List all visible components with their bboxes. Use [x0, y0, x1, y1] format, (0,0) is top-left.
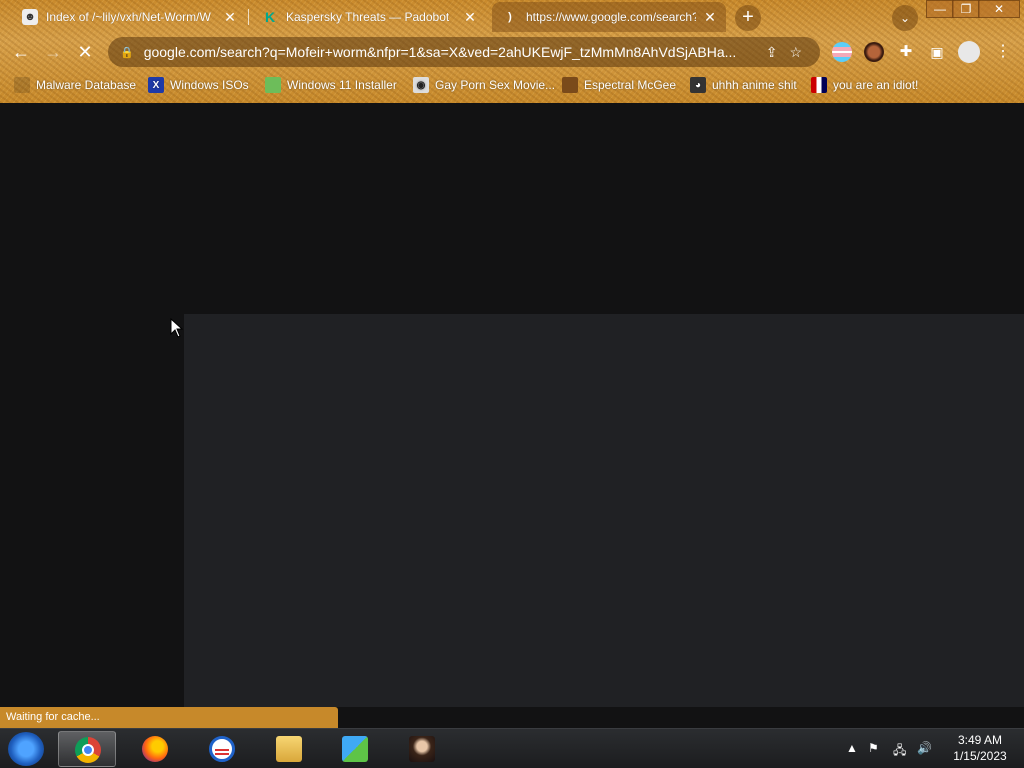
taskbar-network-app[interactable] [326, 731, 384, 767]
bookmark-label: Espectral McGee [584, 78, 677, 92]
folder-favicon-icon: ☻ [22, 9, 38, 25]
bookmark-star-icon[interactable]: ☆ [789, 44, 802, 61]
globe-favicon-icon: ◉ [413, 77, 429, 93]
network-people-icon [342, 736, 368, 762]
tab-title: Kaspersky Threats — Padobot [286, 10, 450, 24]
browser-chrome: ☻ Index of /~lily/vxh/Net-Worm/W ✕ K Kas… [0, 0, 1024, 103]
tab-divider [248, 9, 249, 25]
image-favicon-icon [265, 77, 281, 93]
back-button[interactable]: ← [8, 39, 34, 65]
bookmarks-bar: Malware Database X Windows ISOs Windows … [0, 72, 1024, 98]
kaspersky-favicon-icon: K [264, 9, 276, 25]
tab-close-icon[interactable]: ✕ [222, 9, 238, 26]
x-favicon-icon: X [148, 77, 164, 93]
taskbar-chrome[interactable] [58, 731, 116, 767]
loading-spinner-icon: ) [508, 11, 512, 23]
bookmark-windows-11-installer[interactable]: Windows 11 Installer [265, 75, 397, 95]
bookmark-gay-porn-sex-movie[interactable]: ◉ Gay Porn Sex Movie... [413, 75, 555, 95]
tab-strip: ☻ Index of /~lily/vxh/Net-Worm/W ✕ K Kas… [0, 0, 1024, 34]
taskbar: ▲ ⚑ 🖧 🔊 3:49 AM 1/15/2023 [0, 728, 1024, 768]
share-icon[interactable]: ⇪ [766, 44, 778, 61]
system-clock[interactable]: 3:49 AM 1/15/2023 [940, 732, 1020, 764]
bookmark-label: uhhh anime shit [712, 78, 797, 92]
maximize-button[interactable]: ❐ [952, 0, 980, 18]
menu-kebab-icon[interactable]: ⋮ [990, 39, 1016, 65]
bookmark-label: you are an idiot! [833, 78, 919, 92]
chrome-icon [75, 737, 101, 763]
tab-close-icon[interactable]: ✕ [462, 9, 478, 26]
new-tab-button[interactable]: + [735, 5, 761, 31]
extensions-puzzle-icon[interactable]: ✚ [893, 39, 919, 65]
clock-time: 3:49 AM [957, 733, 1003, 747]
trans-flag-extension-icon[interactable] [832, 42, 852, 62]
taskbar-outlook[interactable] [193, 731, 251, 767]
bookmark-windows-isos[interactable]: X Windows ISOs [148, 75, 249, 95]
bookmark-espectral-mcgee[interactable]: Espectral McGee [562, 75, 676, 95]
chevron-down-icon: ⌄ [899, 11, 911, 25]
show-hidden-icons-button[interactable]: ▲ [846, 741, 858, 755]
portrait-icon [409, 736, 435, 762]
page-content: Waiting for cache... [0, 103, 1024, 728]
bookmark-malware-database[interactable]: Malware Database [14, 75, 136, 95]
stop-loading-button[interactable]: ✕ [72, 39, 98, 65]
taskbar-image-viewer[interactable] [393, 731, 451, 767]
action-center-flag-icon[interactable]: ⚑ [868, 741, 879, 755]
start-button[interactable] [8, 732, 44, 766]
status-bubble: Waiting for cache... [0, 707, 338, 728]
folder-icon [276, 736, 302, 762]
tab-kaspersky-threats[interactable]: K Kaspersky Threats — Padobot ✕ [252, 2, 486, 32]
anime-favicon-icon: ◕ [690, 77, 706, 93]
obama-logo-icon [209, 736, 235, 762]
bookmark-uhhh-anime-shit[interactable]: ◕ uhhh anime shit [690, 75, 797, 95]
loading-panel [184, 314, 1024, 707]
tab-title: https://www.google.com/search? [526, 10, 696, 24]
side-panel-icon[interactable]: ▣ [924, 39, 950, 65]
character-favicon-icon [562, 77, 578, 93]
tab-search-button[interactable]: ⌄ [892, 5, 918, 31]
network-icon[interactable]: 🖧 [893, 741, 906, 762]
firefox-icon [142, 736, 168, 762]
close-window-button[interactable]: ✕ [978, 0, 1020, 18]
flag-favicon-icon [811, 77, 827, 93]
bookmark-favicon-icon [14, 77, 30, 93]
address-bar[interactable]: 🔒 google.com/search?q=Mofeir+worm&nfpr=1… [108, 37, 820, 67]
bookmark-you-are-an-idiot[interactable]: you are an idiot! [811, 75, 918, 95]
lock-icon[interactable]: 🔒 [120, 46, 134, 59]
volume-icon[interactable]: 🔊 [917, 741, 932, 755]
avatar-extension-icon[interactable] [864, 42, 884, 62]
toolbar: ← → ✕ 🔒 google.com/search?q=Mofeir+worm&… [0, 34, 1024, 70]
clock-date: 1/15/2023 [953, 749, 1007, 763]
forward-button[interactable]: → [40, 39, 66, 65]
profile-avatar-icon[interactable] [958, 41, 980, 63]
taskbar-firefox[interactable] [126, 731, 184, 767]
mouse-pointer-icon [170, 318, 184, 338]
minimize-button[interactable]: — [926, 0, 954, 18]
bookmark-label: Windows ISOs [170, 78, 249, 92]
tab-title: Index of /~lily/vxh/Net-Worm/W [46, 10, 211, 24]
tab-google-search[interactable]: ) https://www.google.com/search? ✕ [492, 2, 726, 32]
bookmark-label: Windows 11 Installer [287, 78, 397, 92]
url-text[interactable]: google.com/search?q=Mofeir+worm&nfpr=1&s… [144, 44, 754, 60]
bookmark-label: Malware Database [36, 78, 137, 92]
tab-index-net-worm[interactable]: ☻ Index of /~lily/vxh/Net-Worm/W ✕ [12, 2, 246, 32]
taskbar-file-explorer[interactable] [260, 731, 318, 767]
bookmark-label: Gay Porn Sex Movie... [435, 78, 556, 92]
tab-close-icon[interactable]: ✕ [702, 9, 718, 26]
